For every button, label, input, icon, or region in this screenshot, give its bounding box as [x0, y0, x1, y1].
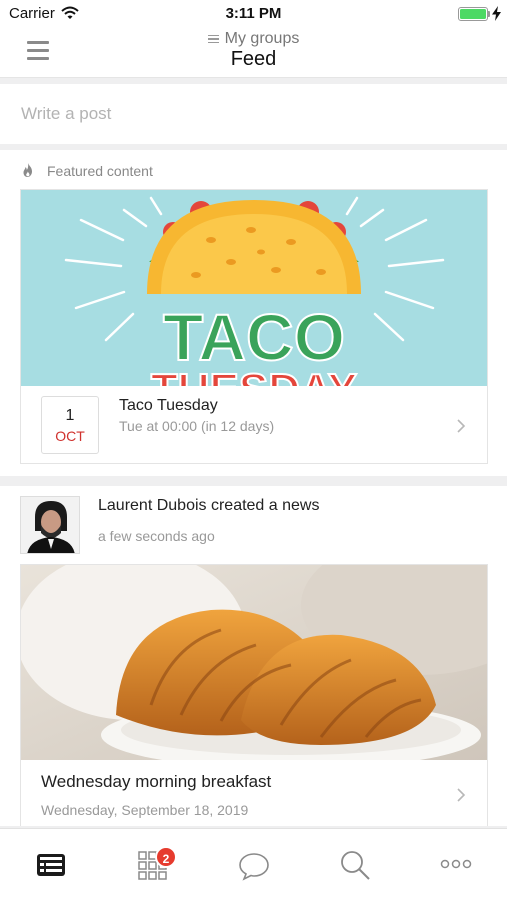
charging-bolt-icon — [492, 6, 501, 21]
event-date-month: OCT — [55, 428, 85, 444]
event-card[interactable]: TACO TUESDAY 1 OCT Taco Tuesday Tue at 0… — [20, 189, 488, 464]
event-date-day: 1 — [65, 407, 75, 424]
news-card[interactable]: Wednesday morning breakfast Wednesday, S… — [20, 564, 488, 826]
featured-label: Featured content — [47, 163, 153, 179]
taco-tuesday-image: TACO TUESDAY — [21, 190, 487, 386]
news-title: Wednesday morning breakfast — [41, 772, 272, 791]
app-header: My groups Feed — [0, 28, 507, 78]
featured-section: Featured content TACO 1 OCT Taco Tuesday… — [0, 150, 507, 476]
svg-text:TUESDAY: TUESDAY — [151, 365, 357, 386]
tab-bar: 2 — [0, 828, 507, 900]
taco-illustration: TACO TUESDAY — [64, 196, 445, 386]
tab-more[interactable] — [404, 829, 505, 900]
svg-text:TACO: TACO — [163, 300, 345, 374]
feed-icon — [37, 854, 65, 876]
more-icon — [440, 859, 472, 869]
write-post-placeholder: Write a post — [21, 104, 112, 123]
group-selector[interactable]: My groups — [207, 30, 300, 48]
write-post-input[interactable]: Write a post — [0, 84, 507, 144]
chevron-right-icon — [457, 788, 466, 802]
event-subtitle: Tue at 00:00 (in 12 days) — [119, 418, 275, 434]
group-selector-label: My groups — [224, 30, 300, 47]
chat-bubble-icon — [239, 853, 269, 881]
news-timestamp: a few seconds ago — [98, 528, 215, 544]
news-author-line: Laurent Dubois created a news — [98, 497, 320, 514]
event-date-box: 1 OCT — [41, 396, 99, 454]
news-date: Wednesday, September 18, 2019 — [41, 802, 249, 818]
croissant-photo — [21, 565, 487, 760]
search-icon — [341, 851, 370, 880]
event-title: Taco Tuesday — [119, 397, 218, 414]
header-title-block: My groups Feed — [0, 30, 507, 71]
tab-search[interactable] — [303, 829, 404, 900]
notification-badge: 2 — [155, 846, 177, 868]
battery-cap — [488, 11, 490, 17]
status-time: 3:11 PM — [225, 5, 282, 22]
tab-messages[interactable] — [202, 829, 303, 900]
fire-icon — [23, 163, 32, 177]
list-icon — [207, 34, 219, 44]
news-post: Laurent Dubois created a news a few seco… — [0, 486, 507, 826]
tab-apps[interactable] — [101, 829, 202, 900]
status-bar: Carrier 3:11 PM — [0, 0, 507, 28]
tab-feed[interactable] — [0, 829, 101, 900]
avatar[interactable] — [20, 496, 80, 554]
battery-icon — [458, 7, 488, 21]
page-title: Feed — [230, 47, 277, 70]
chevron-right-icon — [457, 419, 466, 433]
